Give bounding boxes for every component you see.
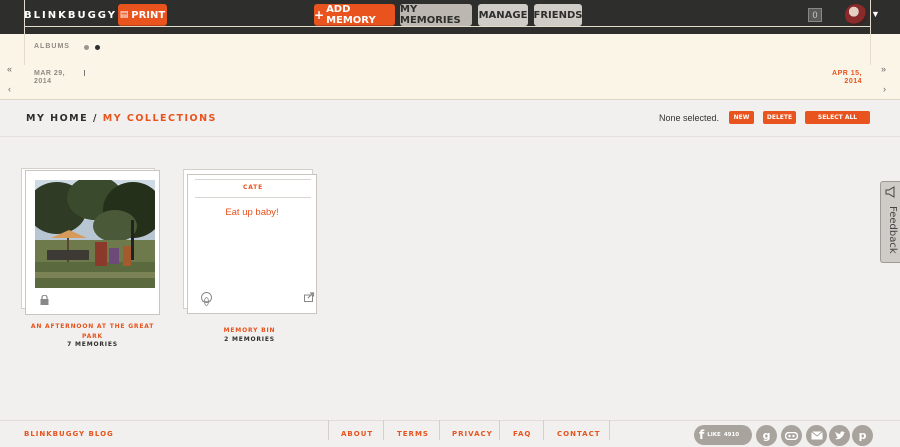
park-photo-image [35, 180, 155, 288]
albums-label: ALBUMS [34, 43, 70, 50]
footer-separator [499, 420, 500, 440]
blog-link[interactable]: BLINKBUGGY BLOG [24, 430, 114, 438]
collection-name[interactable]: MEMORY BIN [183, 326, 316, 336]
timeline-start-date: MAR 29, 2014 [34, 70, 65, 86]
footer-link-privacy[interactable]: PRIVACY [452, 430, 493, 438]
timeline-end-date: APR 15, 2014 [822, 70, 862, 86]
collection-name[interactable]: AN AFTERNOON AT THE GREAT PARK [25, 322, 160, 342]
last-arrow-icon[interactable]: » [881, 64, 886, 74]
like-count: 4910 [723, 432, 740, 438]
chevron-down-icon[interactable]: ▼ [871, 9, 880, 19]
breadcrumb-current: MY COLLECTIONS [102, 113, 217, 124]
footer-separator [609, 420, 610, 440]
next-arrow-icon[interactable]: › [883, 84, 886, 94]
delete-button[interactable]: DELETE [763, 111, 796, 124]
mail-icon-graphic [810, 431, 823, 440]
pinterest-icon[interactable]: p [852, 425, 873, 446]
collection-name-line: AN AFTERNOON AT THE GREAT [30, 323, 155, 330]
collection-count: 7 MEMORIES [67, 341, 118, 348]
facebook-like-button[interactable]: f LIKE 4910 [694, 425, 752, 445]
footer-separator [439, 420, 440, 440]
facebook-icon: f [699, 428, 705, 442]
share-icon[interactable] [304, 292, 315, 302]
twitter-icon-graphic [834, 430, 845, 439]
breadcrumb: MY HOME / MY COLLECTIONS [26, 113, 217, 124]
album-dot-active[interactable] [95, 45, 100, 50]
twitter-icon[interactable] [829, 425, 850, 446]
end-date-year: 2014 [844, 78, 862, 85]
selection-status: None selected. [659, 113, 720, 123]
end-date-day: APR 15, [832, 70, 862, 77]
timeline-divider [24, 26, 871, 27]
footer-link-faq[interactable]: FAQ [513, 430, 531, 438]
start-date-year: 2014 [34, 78, 52, 85]
new-button[interactable]: NEW [729, 111, 754, 124]
footer-separator [383, 420, 384, 440]
chat-icon-graphic [785, 431, 798, 440]
megaphone-icon [885, 186, 895, 198]
collection-card[interactable]: CATE Eat up baby! [187, 174, 317, 314]
memory-label: CATE [243, 184, 263, 191]
select-all-button[interactable]: SELECT ALL [805, 111, 870, 124]
breadcrumb-separator: / [92, 113, 98, 124]
lock-icon[interactable] [40, 295, 49, 305]
globe-icon[interactable] [201, 292, 212, 306]
start-date-day: MAR 29, [34, 70, 66, 77]
first-arrow-icon[interactable]: « [7, 64, 12, 74]
globe-icon-graphic [202, 297, 211, 306]
timeline-marker[interactable] [84, 70, 85, 76]
footer-link-terms[interactable]: TERMS [397, 430, 429, 438]
collection-photo [35, 180, 155, 288]
feedback-label[interactable]: Feedback [882, 206, 898, 256]
chat-icon[interactable] [781, 425, 802, 446]
footer-separator [543, 420, 544, 440]
collection-count: 2 MEMORIES [224, 336, 275, 343]
prev-arrow-icon[interactable]: ‹ [8, 84, 11, 94]
breadcrumb-home[interactable]: MY HOME [26, 113, 88, 124]
divider [0, 136, 900, 137]
collection-card[interactable] [25, 170, 160, 315]
google-plus-icon[interactable]: g [756, 425, 777, 446]
memory-text: Eat up baby! [225, 207, 279, 218]
card-divider [195, 197, 311, 198]
mail-icon[interactable] [806, 425, 827, 446]
album-dot[interactable] [84, 45, 89, 50]
timeline-track [24, 0, 871, 65]
footer-link-contact[interactable]: CONTACT [557, 430, 601, 438]
footer-separator [328, 420, 329, 440]
like-label: LIKE [707, 432, 721, 438]
card-divider [195, 179, 311, 180]
footer-link-about[interactable]: ABOUT [341, 430, 373, 438]
